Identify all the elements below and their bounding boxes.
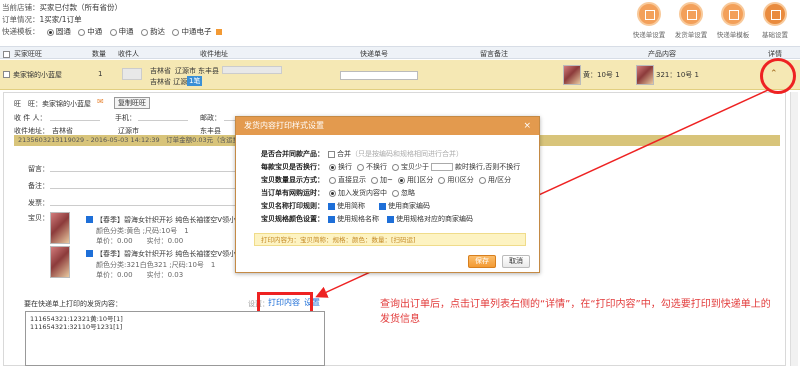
qty-radio-3[interactable] — [438, 176, 446, 184]
qty-row: 宝贝数量显示方式： 直接显示 加~ 用[]区分 用()区分 用/区分 — [261, 176, 512, 184]
sku-option-0-checkbox[interactable] — [328, 215, 335, 223]
scrollbar[interactable] — [790, 92, 798, 366]
combine-row: 当订单有网购运时： 加入发货内容中 忽略 — [261, 189, 415, 197]
name-option-1-checkbox[interactable] — [379, 202, 386, 210]
merge-checkbox[interactable] — [328, 150, 335, 158]
newline-radio-1[interactable] — [357, 163, 364, 171]
qty-radio-2[interactable] — [397, 176, 405, 184]
sku-option-1-checkbox[interactable] — [387, 215, 394, 223]
qty-radio-0[interactable] — [329, 176, 336, 184]
name-rule-row: 宝贝名称打印规则： 使用简称 使用商家编码 — [261, 202, 430, 210]
sku-rule-row: 宝贝规格颜色设置： 使用规格名称 使用规格对应的商家编码 — [261, 215, 473, 223]
newline-radio-0[interactable] — [329, 163, 336, 171]
merge-row: 是否合并同款产品： 合并（只是按编码和规格相同进行合并） — [261, 150, 463, 158]
print-preview-box: 打印内容为：宝贝简称：规格：颜色：数量：[扫码运] — [254, 233, 526, 246]
close-icon[interactable]: × — [523, 117, 531, 135]
instruction-annotation: 查询出订单后，点击订单列表右侧的“详情”，在“打印内容”中，勾选要打印到快递单上… — [380, 299, 771, 325]
print-style-dialog: 发货内容打印样式设置 × 是否合并同款产品： 合并（只是按编码和规格相同进行合并）… — [235, 116, 540, 273]
combine-radio-0[interactable] — [329, 189, 336, 197]
qty-radio-4[interactable] — [478, 176, 486, 184]
dialog-title: 发货内容打印样式设置 — [244, 121, 324, 130]
save-button[interactable]: 保存 — [468, 255, 496, 268]
newline-count-input[interactable] — [431, 163, 453, 171]
qty-radio-1[interactable] — [371, 176, 378, 184]
name-option-0-checkbox[interactable] — [328, 202, 335, 210]
newline-radio-2[interactable] — [392, 163, 399, 171]
cancel-button[interactable]: 取消 — [502, 255, 530, 268]
newline-row: 每款宝贝是否换行： 换行 不换行 宝贝少于 款时换行,否则不换行 — [261, 163, 521, 171]
dialog-header: 发货内容打印样式设置 × — [236, 117, 539, 135]
combine-radio-1[interactable] — [392, 189, 399, 197]
